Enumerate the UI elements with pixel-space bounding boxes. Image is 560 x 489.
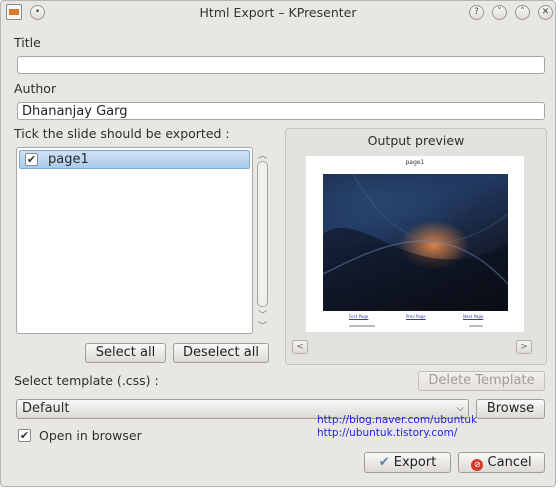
preview-prev-page-link: Prev Page — [406, 314, 426, 319]
preview-prev-arrow-icon[interactable]: < — [292, 340, 308, 354]
cancel-label: Cancel — [487, 455, 532, 470]
open-in-browser-checkbox[interactable]: ✔ — [18, 429, 31, 442]
slide-label: page1 — [48, 152, 89, 167]
check-icon: ✔ — [378, 455, 390, 470]
export-label: Export — [393, 455, 437, 470]
title-label: Title — [14, 35, 41, 50]
slides-label: Tick the slide should be exported : — [14, 126, 230, 141]
output-preview-label: Output preview — [367, 133, 465, 148]
preview-footer-line — [349, 325, 375, 327]
slides-scrollbar[interactable] — [257, 161, 268, 307]
deselect-all-button[interactable]: Deselect all — [173, 343, 269, 363]
browse-button[interactable]: Browse — [476, 399, 545, 419]
slide-checkbox[interactable]: ✔ — [25, 153, 38, 166]
minimize-icon[interactable]: ˅ — [492, 5, 507, 20]
preview-footer-line-2 — [469, 325, 483, 327]
delete-template-button[interactable]: Delete Template — [418, 371, 545, 391]
preview-slide-image — [323, 174, 508, 311]
maximize-icon[interactable]: ˄ — [515, 5, 530, 20]
template-label: Select template (.css) : — [14, 373, 159, 388]
export-button[interactable]: ✔ Export — [364, 452, 451, 473]
preview-first-page-link: First Page — [349, 314, 369, 319]
html-export-dialog: • Html Export – KPresenter ? ˅ ˄ ✕ Title… — [0, 0, 556, 487]
preview-next-page-link: Next Page — [463, 314, 484, 319]
title-input[interactable] — [17, 56, 545, 74]
list-item[interactable]: ✔ page1 — [19, 150, 250, 169]
help-icon[interactable]: ? — [469, 5, 484, 20]
scroll-down-icon-2[interactable]: ﹀ — [257, 319, 268, 332]
author-label: Author — [14, 81, 57, 96]
title-bar[interactable]: • Html Export – KPresenter ? ˅ ˄ ✕ — [1, 1, 555, 25]
open-in-browser-label: Open in browser — [39, 428, 142, 443]
watermark-line-2: http://ubuntuk.tistory.com/ — [317, 427, 458, 439]
watermark-line-1: http://blog.naver.com/ubuntuk — [317, 414, 478, 426]
scroll-up-icon[interactable]: ︿ — [257, 148, 268, 161]
author-input[interactable] — [17, 102, 545, 120]
cancel-icon: ⊘ — [471, 459, 484, 471]
select-all-button[interactable]: Select all — [85, 343, 166, 363]
preview-page-title: page1 — [405, 159, 425, 166]
cancel-button[interactable]: ⊘ Cancel — [458, 452, 545, 473]
slides-list[interactable]: ✔ page1 — [16, 147, 253, 334]
template-selected-value: Default — [22, 401, 70, 416]
preview-next-arrow-icon[interactable]: > — [516, 340, 532, 354]
close-icon[interactable]: ✕ — [538, 5, 553, 20]
